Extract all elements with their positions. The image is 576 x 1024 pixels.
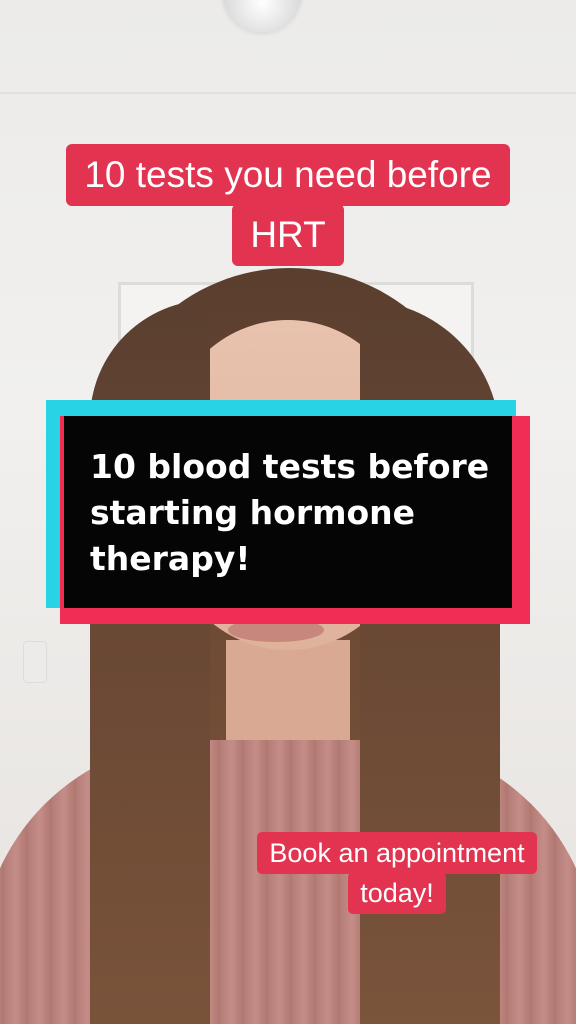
headline-card: 10 blood tests before starting hormone t…: [46, 400, 530, 624]
headline-card-text: 10 blood tests before starting hormone t…: [90, 447, 490, 578]
title-caption-line-1: 10 tests you need before: [66, 144, 510, 206]
cta-caption: Book an appointment today!: [238, 832, 556, 914]
video-frame[interactable]: 10 tests you need before HRT 10 blood te…: [0, 0, 576, 1024]
title-caption-line-2: HRT: [232, 204, 344, 266]
title-caption: 10 tests you need before HRT: [0, 144, 576, 266]
cta-caption-line-1: Book an appointment: [257, 832, 537, 874]
cta-caption-line-2: today!: [348, 872, 446, 914]
